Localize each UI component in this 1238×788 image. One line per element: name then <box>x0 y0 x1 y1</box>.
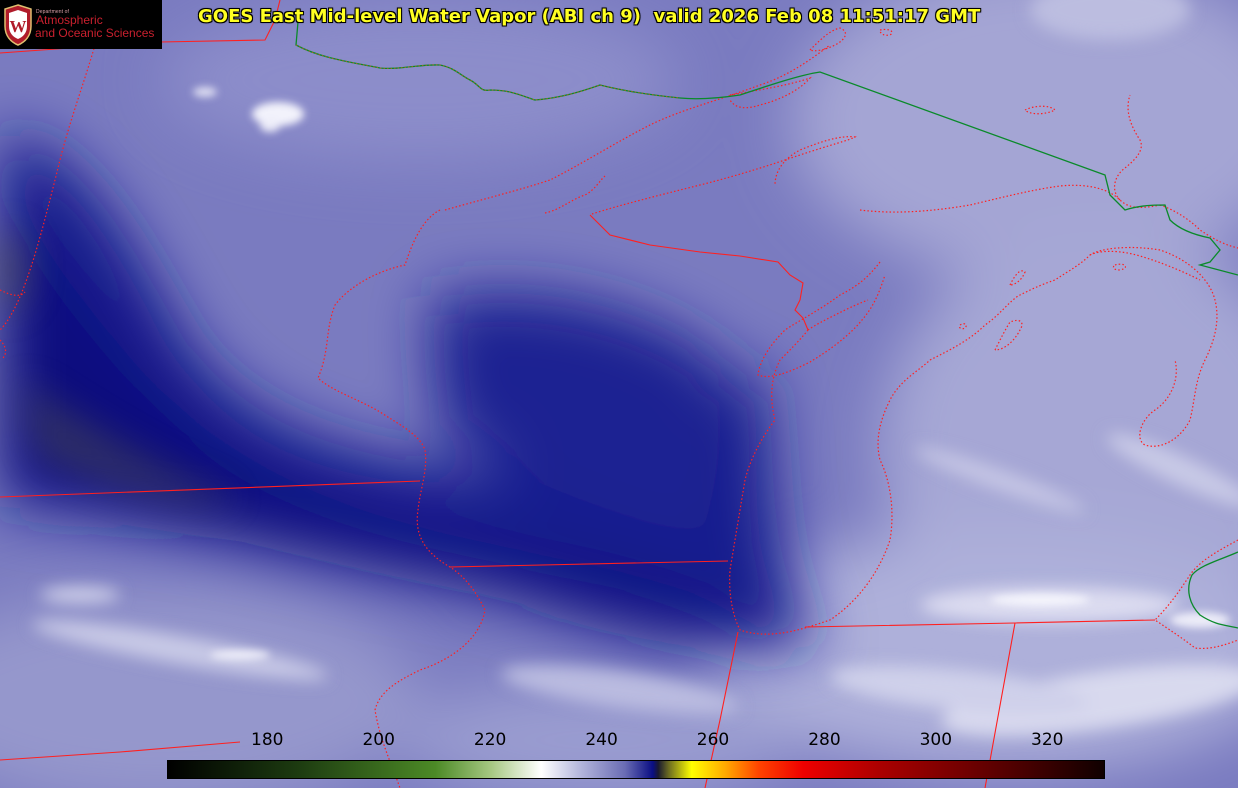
colorbar-tick-label: 300 <box>919 730 953 750</box>
colorbar <box>167 760 1105 779</box>
logo-line-2: and Oceanic Sciences <box>35 26 155 40</box>
colorbar-tick-label: 220 <box>473 730 507 750</box>
colorbar-tick-label: 320 <box>1031 730 1064 750</box>
colorbar-tick-label: 260 <box>696 730 730 750</box>
uw-crest-icon: W <box>4 4 32 46</box>
crest-letter: W <box>10 17 27 36</box>
aos-logo: W Department of Atmospheric and Oceanic … <box>0 0 162 49</box>
colorbar-tick-label: 200 <box>362 730 395 750</box>
image-title: GOES East Mid-level Water Vapor (ABI ch … <box>198 6 981 27</box>
colorbar-tick-label: 180 <box>251 730 284 750</box>
colorbar-tick-label: 240 <box>585 730 618 750</box>
logo-line-1: Atmospheric <box>36 13 103 27</box>
water-vapor-image <box>0 0 1238 788</box>
colorbar-tick-label: 280 <box>808 730 841 750</box>
